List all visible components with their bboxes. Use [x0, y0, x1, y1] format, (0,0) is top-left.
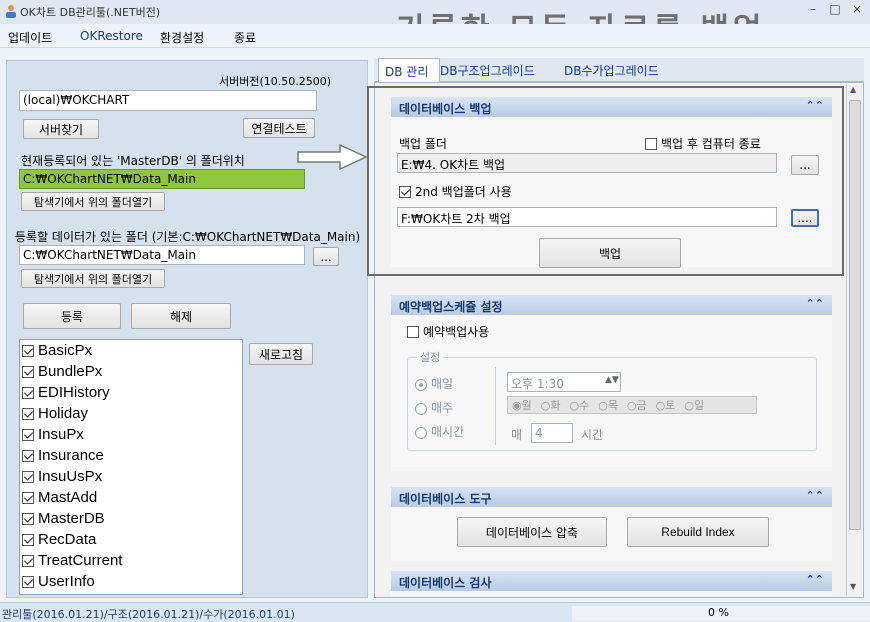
menu-settings[interactable]: 환경설정	[160, 29, 204, 46]
menu-bar: 업데이트 OKRestore 환경설정 종료	[0, 24, 870, 48]
list-item[interactable]: MasterDB	[20, 508, 242, 529]
tools-group-header[interactable]: 데이터베이스 도구 ⌃⌃	[391, 487, 832, 507]
list-item[interactable]: RecData	[20, 529, 242, 550]
every-label: 매	[511, 428, 523, 442]
checkbox-checked-icon	[22, 428, 34, 441]
refresh-button[interactable]: 새로고침	[249, 343, 313, 365]
checkbox-checked-icon	[22, 449, 34, 462]
weekday-option[interactable]: ○목	[598, 397, 618, 413]
list-item[interactable]: InsuUsPx	[20, 466, 242, 487]
window-controls: – □ ×	[806, 2, 864, 16]
list-item[interactable]: BundlePx	[20, 361, 242, 382]
annotation-highlight-box	[367, 86, 844, 276]
radio-icon	[415, 402, 427, 415]
right-panel-scrollbar[interactable]: ▲ ▼	[846, 84, 862, 596]
weekday-selector[interactable]: ◉월 ○화 ○수 ○목 ○금 ○토 ○일	[507, 396, 757, 414]
tab-strip: DB구조업그레이드 DB수가업그레이드	[374, 58, 864, 82]
register-button[interactable]: 등록	[23, 303, 121, 329]
settings-legend: 설정	[417, 349, 444, 365]
radio-selected-icon	[415, 378, 427, 391]
list-item[interactable]: TreatCurrent	[20, 550, 242, 571]
radio-weekly[interactable]: 매주	[415, 399, 453, 416]
database-checklist: BasicPx BundlePx EDIHistory Holiday Insu…	[19, 339, 243, 595]
list-item[interactable]: BasicPx	[20, 340, 242, 361]
checkbox-checked-icon	[22, 344, 34, 357]
radio-hourly[interactable]: 매시간	[415, 423, 464, 440]
weekday-option[interactable]: ○화	[541, 397, 561, 413]
scrollbar-thumb[interactable]	[849, 100, 861, 530]
open-explorer-button-2[interactable]: 탐색기에서 위의 폴더열기	[21, 269, 165, 288]
weekday-option[interactable]: ○수	[569, 397, 589, 413]
checkbox-checked-icon	[22, 554, 34, 567]
menu-exit[interactable]: 종료	[234, 29, 256, 46]
version-status-text: 관리툴(2016.01.21)/구조(2016.01.21)/수가(2016.0…	[2, 608, 295, 621]
checkbox-checked-icon	[22, 491, 34, 504]
hour-unit-label: 시간	[581, 428, 604, 442]
checkbox-unchecked-icon	[407, 325, 419, 338]
tools-group: 데이터베이스 도구 ⌃⌃ 데이터베이스 압축 Rebuild Index	[391, 487, 832, 561]
weekday-option[interactable]: ○금	[627, 397, 647, 413]
hour-interval-stepper[interactable]: 4	[531, 423, 573, 443]
register-folder-label: 등록할 데이터가 있는 폴더 (기본:C:₩OKChartNET₩Data_Ma…	[15, 230, 361, 244]
register-folder-input[interactable]: C:₩OKChartNET₩Data_Main	[19, 245, 305, 265]
masterdb-path-field: C:₩OKChartNET₩Data_Main	[19, 169, 305, 189]
left-panel: 서버버전(10.50.2500) (local)₩OKCHART 서버찾기 연결…	[6, 60, 368, 598]
checkbox-checked-icon	[22, 470, 34, 483]
list-item[interactable]: UserInfo	[20, 571, 242, 592]
masterdb-location-label: 현재등록되어 있는 'MasterDB' 의 폴더위치	[21, 154, 245, 168]
weekday-option[interactable]: ◉월	[512, 397, 532, 413]
inspect-group: 데이터베이스 검사 ⌃⌃	[391, 571, 832, 597]
menu-update[interactable]: 업데이트	[8, 29, 52, 46]
list-item[interactable]: Insurance	[20, 445, 242, 466]
collapse-chevron-icon[interactable]: ⌃⌃	[806, 573, 824, 586]
time-picker[interactable]: 오후 1:30	[507, 372, 621, 392]
checkbox-checked-icon	[22, 575, 34, 588]
status-bar: 관리툴(2016.01.21)/구조(2016.01.21)/수가(2016.0…	[0, 602, 870, 622]
weekday-option[interactable]: ○일	[684, 397, 704, 413]
spin-updown-icon[interactable]: ▲▼	[605, 375, 619, 385]
list-item[interactable]: EDIHistory	[20, 382, 242, 403]
checkbox-checked-icon	[22, 512, 34, 525]
checkbox-checked-icon	[22, 365, 34, 378]
weekday-option[interactable]: ○토	[656, 397, 676, 413]
window-title: OK차트 DB관리툴(.NET버전)	[20, 6, 161, 19]
checkbox-checked-icon	[22, 533, 34, 546]
tab-db-management[interactable]: DB 관리	[378, 58, 440, 82]
minimize-button[interactable]: –	[806, 2, 820, 16]
inspect-group-header[interactable]: 데이터베이스 검사 ⌃⌃	[391, 571, 832, 591]
tab-db-structure-upgrade[interactable]: DB구조업그레이드	[440, 62, 535, 79]
list-item[interactable]: Holiday	[20, 403, 242, 424]
scroll-down-icon[interactable]: ▼	[850, 582, 856, 591]
radio-daily[interactable]: 매일	[415, 375, 453, 392]
list-item[interactable]: InsuPx	[20, 424, 242, 445]
close-button[interactable]: ×	[850, 2, 864, 16]
unregister-button[interactable]: 해제	[131, 303, 231, 329]
menu-okrestore[interactable]: OKRestore	[80, 29, 143, 43]
checkbox-checked-icon	[22, 407, 34, 420]
settings-divider	[495, 367, 496, 445]
checkbox-checked-icon	[22, 386, 34, 399]
open-explorer-button-1[interactable]: 탐색기에서 위의 폴더열기	[21, 192, 165, 211]
scroll-up-icon[interactable]: ▲	[850, 85, 856, 94]
find-server-button[interactable]: 서버찾기	[23, 119, 99, 139]
app-person-icon	[6, 5, 16, 18]
schedule-group-header[interactable]: 예약백업스케쥴 설정 ⌃⌃	[391, 295, 832, 315]
radio-icon	[415, 426, 427, 439]
annotation-arrow-icon	[297, 143, 368, 171]
collapse-chevron-icon[interactable]: ⌃⌃	[806, 297, 824, 310]
rebuild-index-button[interactable]: Rebuild Index	[627, 517, 769, 547]
tab-db-fee-upgrade[interactable]: DB수가업그레이드	[564, 62, 659, 79]
browse-folder-button[interactable]: ...	[313, 247, 339, 266]
compress-database-button[interactable]: 데이터베이스 압축	[457, 517, 607, 547]
maximize-button[interactable]: □	[828, 2, 842, 16]
progress-percent: 0 %	[708, 606, 729, 619]
schedule-group: 예약백업스케쥴 설정 ⌃⌃ 예약백업사용 설정 매일 매주 매시간 오후 1:3…	[391, 295, 832, 471]
collapse-chevron-icon[interactable]: ⌃⌃	[806, 489, 824, 502]
server-input[interactable]: (local)₩OKCHART	[19, 90, 317, 111]
connection-test-button[interactable]: 연결테스트	[243, 118, 315, 138]
server-version-label: 서버버전(10.50.2500)	[219, 75, 332, 88]
scheduled-backup-checkbox[interactable]: 예약백업사용	[407, 323, 489, 340]
list-item[interactable]: MastAdd	[20, 487, 242, 508]
